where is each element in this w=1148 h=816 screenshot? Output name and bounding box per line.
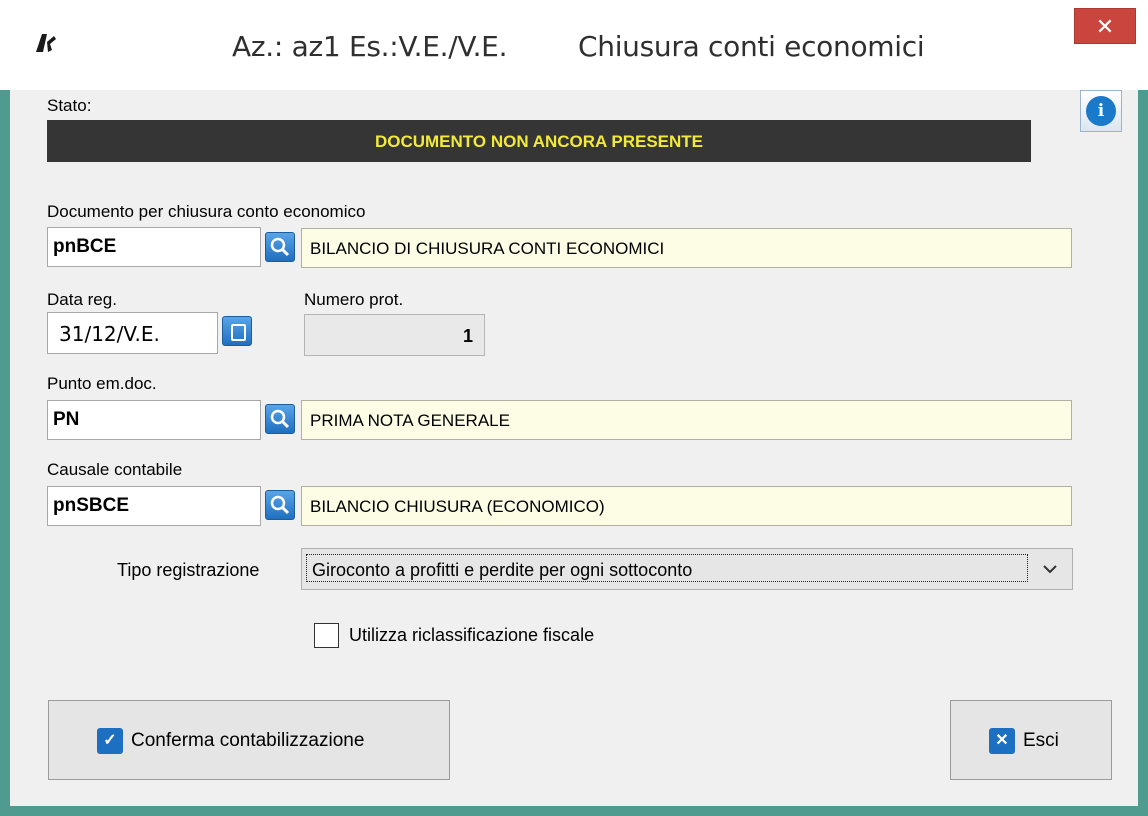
search-icon bbox=[270, 409, 290, 429]
tipo-registrazione-value: Giroconto a profitti e perdite per ogni … bbox=[312, 560, 693, 580]
data-reg-field[interactable]: 31/12/V.E. bbox=[47, 312, 218, 354]
documento-code-field[interactable]: pnBCE bbox=[47, 227, 261, 267]
causale-description-field: BILANCIO CHIUSURA (ECONOMICO) bbox=[301, 486, 1072, 526]
dialog-window: Az.: az1 Es.:V.E./V.E. Chiusura conti ec… bbox=[0, 0, 1148, 816]
conferma-button[interactable]: ✓ Conferma contabilizzazione bbox=[48, 700, 450, 780]
riclassificazione-checkbox[interactable] bbox=[314, 623, 339, 648]
app-logo-icon bbox=[36, 34, 56, 52]
punto-code-field[interactable]: PN bbox=[47, 400, 261, 440]
calendar-icon bbox=[231, 324, 246, 341]
punto-description-field: PRIMA NOTA GENERALE bbox=[301, 400, 1072, 440]
documento-label: Documento per chiusura conto economico bbox=[47, 202, 366, 221]
close-icon: ✕ bbox=[989, 728, 1015, 754]
calendar-button[interactable] bbox=[222, 316, 252, 346]
causale-search-button[interactable] bbox=[265, 490, 295, 520]
documento-search-button[interactable] bbox=[265, 232, 295, 262]
causale-label: Causale contabile bbox=[47, 460, 183, 479]
checkmark-icon: ✓ bbox=[97, 728, 123, 754]
status-label: Stato: bbox=[47, 96, 92, 115]
punto-search-button[interactable] bbox=[265, 404, 295, 434]
punto-label: Punto em.doc. bbox=[47, 374, 157, 393]
status-banner: DOCUMENTO NON ANCORA PRESENTE bbox=[47, 120, 1031, 162]
search-icon bbox=[270, 237, 290, 257]
conferma-label: Conferma contabilizzazione bbox=[131, 730, 365, 751]
esci-label: Esci bbox=[1023, 730, 1059, 751]
riclassificazione-label: Utilizza riclassificazione fiscale bbox=[349, 625, 595, 645]
close-button[interactable]: ✕ bbox=[1074, 8, 1136, 44]
tipo-registrazione-select[interactable]: Giroconto a profitti e perdite per ogni … bbox=[301, 548, 1073, 590]
numero-prot-field: 1 bbox=[304, 314, 485, 356]
dialog-body: Stato: DOCUMENTO NON ANCORA PRESENTE i D… bbox=[10, 90, 1138, 806]
close-icon: ✕ bbox=[1095, 14, 1115, 39]
numero-prot-label: Numero prot. bbox=[304, 290, 404, 309]
info-button[interactable]: i bbox=[1080, 90, 1122, 132]
documento-description-field: BILANCIO DI CHIUSURA CONTI ECONOMICI bbox=[301, 228, 1072, 268]
tipo-registrazione-label: Tipo registrazione bbox=[117, 560, 260, 580]
data-reg-label: Data reg. bbox=[47, 290, 117, 309]
info-bubble-icon: i bbox=[1086, 96, 1116, 126]
esci-button[interactable]: ✕ Esci bbox=[950, 700, 1112, 780]
window-title: Chiusura conti economici bbox=[578, 30, 925, 63]
title-bar: Az.: az1 Es.:V.E./V.E. Chiusura conti ec… bbox=[0, 0, 1148, 90]
window-title-company: Az.: az1 Es.:V.E./V.E. bbox=[232, 30, 508, 63]
causale-code-field[interactable]: pnSBCE bbox=[47, 486, 261, 526]
chevron-down-icon bbox=[1043, 565, 1057, 574]
search-icon bbox=[270, 495, 290, 515]
